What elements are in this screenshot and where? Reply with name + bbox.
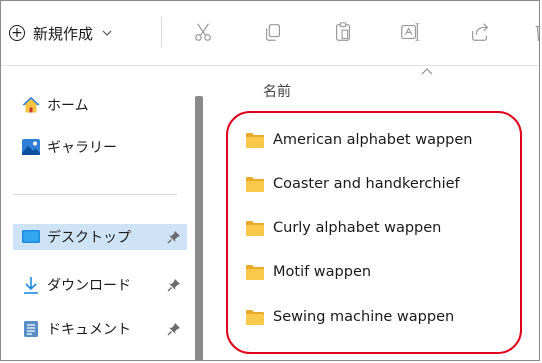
sidebar-item-home[interactable]: ホーム	[21, 92, 89, 118]
document-icon	[24, 321, 38, 337]
copy-icon	[265, 24, 281, 41]
delete-icon	[535, 25, 539, 41]
cut-button[interactable]	[191, 20, 215, 44]
column-header-name[interactable]: 名前	[263, 81, 291, 101]
download-icon	[24, 277, 38, 294]
sort-ascending-icon	[421, 68, 433, 75]
gallery-icon	[22, 139, 40, 155]
sidebar-item-gallery[interactable]: ギャラリー	[21, 134, 117, 160]
share-icon	[472, 23, 489, 41]
sidebar-item-desktop[interactable]: デスクトップ	[13, 224, 187, 250]
sidebar-item-downloads[interactable]: ダウンロード	[21, 272, 131, 298]
share-button[interactable]	[468, 20, 492, 44]
new-button[interactable]: + 新規作成	[9, 19, 113, 47]
sidebar-item-label: ドキュメント	[47, 322, 131, 338]
navigation-pane: ホーム ギャラリー デスクトップ ダウンロード ドキュメント	[1, 66, 196, 360]
sidebar-item-label: ギャラリー	[47, 140, 117, 156]
paste-button[interactable]	[331, 20, 355, 44]
toolbar-divider	[161, 17, 162, 47]
copy-button[interactable]	[261, 20, 285, 44]
sidebar-item-label: デスクトップ	[47, 230, 131, 246]
delete-button[interactable]	[531, 20, 539, 44]
home-icon	[22, 96, 40, 113]
sidebar-divider	[13, 194, 177, 195]
command-bar: + 新規作成	[1, 1, 539, 66]
sidebar-item-label: ホーム	[47, 98, 89, 114]
pin-icon[interactable]	[167, 230, 181, 244]
plus-circle-icon: +	[9, 25, 25, 41]
new-button-label: 新規作成	[33, 24, 94, 43]
highlight-outline	[226, 111, 522, 354]
desktop-icon	[22, 230, 40, 243]
sidebar-scrollbar[interactable]	[195, 96, 203, 360]
pin-icon[interactable]	[167, 322, 181, 336]
sidebar-item-label: ダウンロード	[47, 278, 131, 294]
rename-icon	[401, 23, 420, 41]
rename-button[interactable]	[398, 20, 422, 44]
chevron-down-icon	[102, 30, 112, 36]
paste-icon	[335, 22, 351, 41]
cut-icon	[195, 23, 211, 41]
sidebar-item-documents[interactable]: ドキュメント	[21, 316, 131, 342]
pin-icon[interactable]	[167, 278, 181, 292]
file-explorer-window: + 新規作成 ホーム ギャラリー デスクトップ ダウンロード ドキュメント 名前…	[0, 0, 540, 361]
